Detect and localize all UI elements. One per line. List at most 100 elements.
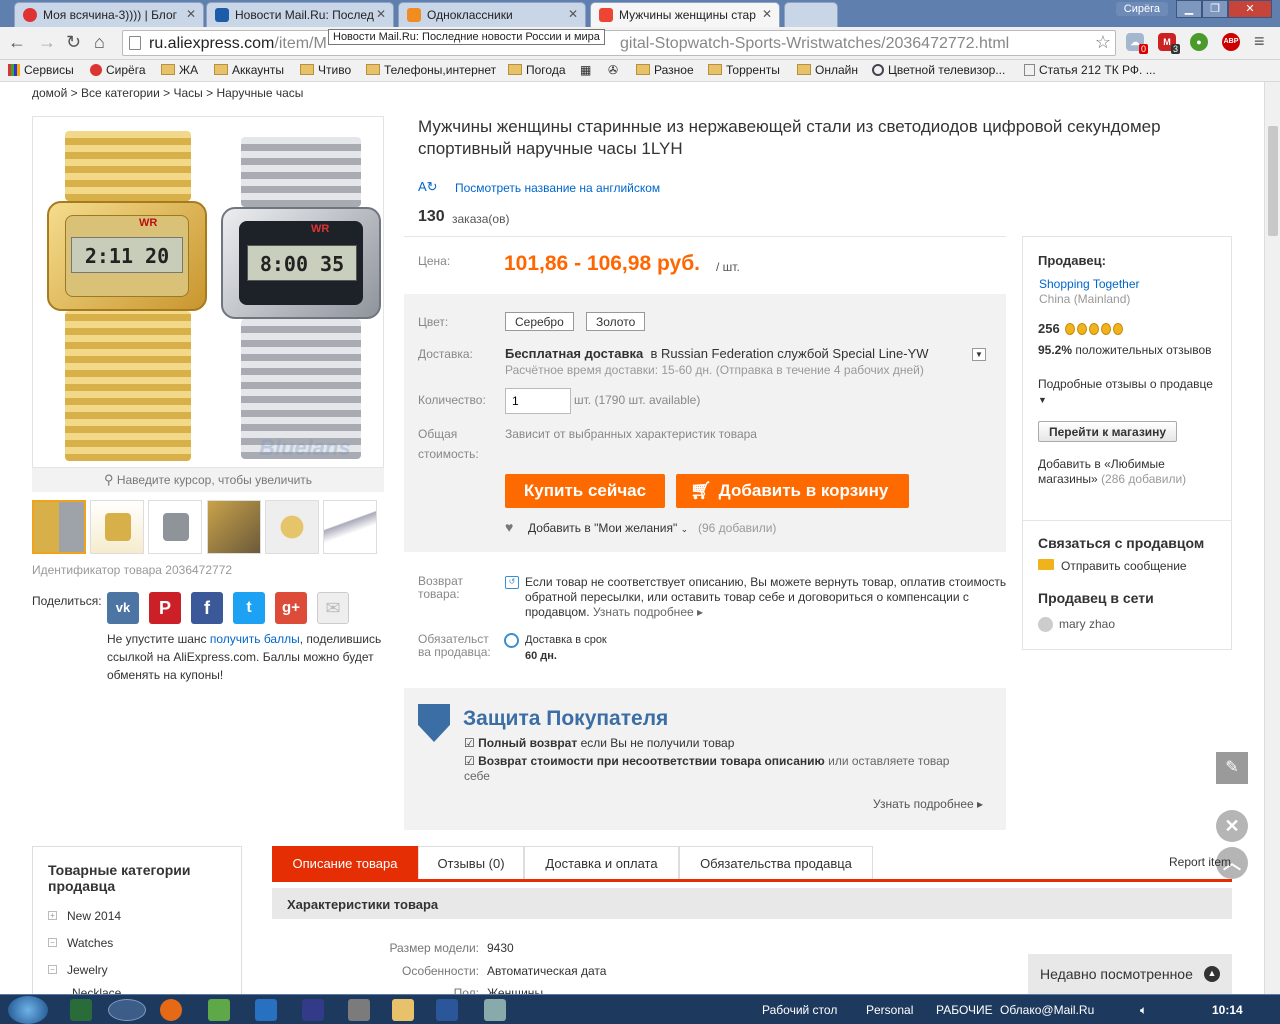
close-tab-icon[interactable]: ✕	[376, 7, 386, 21]
close-window-icon[interactable]: ✕	[1228, 0, 1272, 18]
bookmark-tv[interactable]: Цветной телевизор...	[872, 63, 1005, 77]
close-tab-icon[interactable]: ✕	[568, 7, 578, 21]
tab-reviews[interactable]: Отзывы (0)	[418, 846, 524, 880]
translate-link[interactable]: Посмотреть название на английском	[455, 181, 660, 195]
bookmark-folder[interactable]: Погода	[508, 63, 566, 77]
back-icon[interactable]: ←	[8, 32, 26, 53]
green-ext-icon[interactable]: ●	[1190, 33, 1208, 51]
firefox-icon[interactable]	[160, 999, 182, 1021]
detailed-feedback-link[interactable]: Подробные отзывы о продавце ▼	[1038, 377, 1218, 408]
googleplus-share-icon[interactable]: g+	[275, 592, 307, 624]
close-tab-icon[interactable]: ✕	[762, 7, 772, 21]
buy-now-button[interactable]: Купить сейчас	[505, 474, 665, 508]
address-bar[interactable]: ru.aliexpress.com/item/M gital-Stopwatch…	[122, 30, 1116, 56]
thumbnail-6[interactable]	[323, 500, 377, 554]
new-tab-button[interactable]	[784, 2, 838, 27]
menu-icon[interactable]: ≡	[1254, 31, 1265, 52]
taskbar-app-icon[interactable]	[70, 999, 92, 1021]
tab-seller-obligations[interactable]: Обязательства продавца	[679, 846, 873, 880]
edit-icon[interactable]: ✎	[1216, 752, 1248, 784]
k-app-icon[interactable]	[255, 999, 277, 1021]
profile-badge[interactable]: Сирёга	[1115, 2, 1168, 16]
facebook-share-icon[interactable]: f	[191, 592, 223, 624]
thumbnail-5[interactable]	[265, 500, 319, 554]
minimize-icon[interactable]: ▁	[1176, 0, 1202, 18]
tab-aliexpress[interactable]: Мужчины женщины стар ✕	[590, 2, 780, 27]
home-icon[interactable]: ⌂	[94, 32, 105, 53]
bookmark-article[interactable]: Статья 212 ТК РФ. ...	[1024, 63, 1156, 77]
close-tab-icon[interactable]: ✕	[186, 7, 196, 21]
protection-more-link[interactable]: Узнать подробнее ▸	[873, 797, 983, 811]
seller-name[interactable]: Shopping Together	[1039, 277, 1140, 291]
volume-icon[interactable]: 🔈︎	[1140, 1003, 1147, 1018]
vk-share-icon[interactable]: vk	[107, 592, 139, 624]
start-button-icon[interactable]	[8, 996, 48, 1024]
taskbar-work[interactable]: РАБОЧИЕ	[936, 1003, 993, 1017]
tab-blog[interactable]: Моя всячина-3)))) | Блог ✕	[14, 2, 204, 27]
notes-icon[interactable]	[208, 999, 230, 1021]
return-more-link[interactable]: Узнать подробнее ▸	[593, 605, 703, 619]
tool-icon[interactable]	[348, 999, 370, 1021]
delivery-dropdown-icon[interactable]: ▼	[972, 348, 986, 361]
category-item[interactable]: Watches	[67, 936, 113, 950]
thumbnail-3[interactable]	[148, 500, 202, 554]
category-subitem[interactable]: Necklace	[72, 986, 121, 994]
email-share-icon[interactable]: ✉	[317, 592, 349, 624]
product-main-image[interactable]: WR 2:11 20 WR 8:00 35 Bluelans	[32, 116, 384, 468]
tab-description[interactable]: Описание товара	[272, 846, 418, 880]
close-icon[interactable]: ✕	[1216, 810, 1248, 842]
taskbar-cloud[interactable]: Облако@Mail.Ru	[1000, 1003, 1094, 1017]
thumbnail-1[interactable]	[32, 500, 86, 554]
tab-odnoklassniki[interactable]: Одноклассники ✕	[398, 2, 586, 27]
save-icon[interactable]	[302, 999, 324, 1021]
bookmark-folder[interactable]: Онлайн	[797, 63, 858, 77]
wishlist-link[interactable]: Добавить в "Мои желания" ⌄	[528, 521, 688, 535]
bookmark-folder[interactable]: Телефоны,интернет	[366, 63, 496, 77]
category-item[interactable]: New 2014	[67, 909, 121, 923]
chrome-icon[interactable]	[108, 999, 146, 1021]
color-option-gold[interactable]: Золото	[586, 312, 646, 331]
goto-store-button[interactable]: Перейти к магазину	[1038, 421, 1178, 442]
fav-store-link[interactable]: Добавить в «Любимые магазины» (286 добав…	[1038, 457, 1218, 487]
collapse-icon[interactable]: −	[48, 965, 57, 974]
scrollbar-thumb[interactable]	[1268, 126, 1278, 236]
bookmark-sirega[interactable]: Сирёга	[90, 63, 146, 77]
calendar-icon[interactable]: ▦	[580, 63, 591, 77]
word-icon[interactable]	[436, 999, 458, 1021]
twitter-share-icon[interactable]: t	[233, 592, 265, 624]
quantity-input[interactable]	[505, 388, 571, 414]
reload-icon[interactable]: ↻	[66, 32, 81, 53]
thumbnail-4[interactable]	[207, 500, 261, 554]
adblock-icon[interactable]: ABP	[1222, 33, 1240, 51]
expand-icon[interactable]: +	[48, 911, 57, 920]
thumbnail-2[interactable]	[90, 500, 144, 554]
bookmark-star-icon[interactable]: ☆	[1095, 32, 1111, 53]
paint-icon[interactable]	[484, 999, 506, 1021]
bookmark-services[interactable]: Сервисы	[8, 63, 74, 77]
color-option-silver[interactable]: Серебро	[505, 312, 574, 331]
explorer-icon[interactable]	[392, 999, 414, 1021]
bookmark-folder[interactable]: Чтиво	[300, 63, 351, 77]
add-to-cart-button[interactable]: 🛒︎ Добавить в корзину	[676, 474, 909, 508]
category-item[interactable]: Jewelry	[67, 963, 108, 977]
send-message-link[interactable]: Отправить сообщение	[1061, 559, 1187, 573]
bookmark-folder[interactable]: Разное	[636, 63, 694, 77]
pinterest-share-icon[interactable]: P	[149, 592, 181, 624]
report-item-link[interactable]: Report item	[1169, 855, 1231, 869]
breadcrumb[interactable]: домой > Все категории > Часы > Наручные …	[32, 86, 303, 100]
tab-mail-news[interactable]: Новости Mail.Ru: Послед ✕	[206, 2, 394, 27]
get-points-link[interactable]: получить баллы	[210, 632, 300, 646]
taskbar-desktop[interactable]: Рабочий стол	[762, 1003, 837, 1017]
online-seller-name[interactable]: mary zhao	[1059, 617, 1115, 631]
taskbar-personal[interactable]: Personal	[866, 1003, 913, 1017]
tab-shipping[interactable]: Доставка и оплата	[524, 846, 679, 880]
film-icon[interactable]: ✇	[608, 63, 618, 77]
forward-icon[interactable]: →	[38, 32, 56, 53]
bookmark-folder[interactable]: Торренты	[708, 63, 780, 77]
maximize-icon[interactable]: ❐	[1202, 0, 1228, 18]
bookmark-folder[interactable]: Аккаунты	[214, 63, 284, 77]
page-scrollbar[interactable]	[1264, 82, 1280, 994]
collapse-icon[interactable]: −	[48, 938, 57, 947]
bookmark-folder[interactable]: ЖА	[161, 63, 198, 77]
recently-viewed-bar[interactable]: Недавно посмотренное ▲	[1028, 954, 1232, 994]
